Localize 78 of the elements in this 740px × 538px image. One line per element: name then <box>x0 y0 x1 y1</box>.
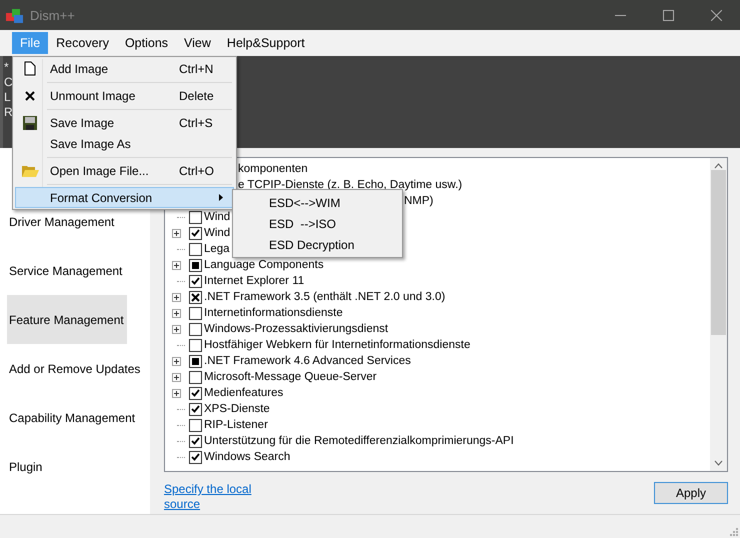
app-icon <box>6 7 24 23</box>
maximize-icon[interactable] <box>662 10 674 20</box>
feature-label: Language Components <box>204 259 324 271</box>
floppy-icon <box>23 116 37 130</box>
menu-item[interactable]: Recovery <box>48 32 117 54</box>
expand-icon[interactable] <box>172 372 181 382</box>
feature-label: Wind <box>204 227 230 239</box>
sidebar-item[interactable]: Feature Management <box>7 295 127 344</box>
expand-icon[interactable] <box>172 324 181 334</box>
expand-icon[interactable] <box>172 308 181 318</box>
feature-label: XPS-Dienste <box>204 403 270 415</box>
menu-entry[interactable]: Add Image Ctrl+N <box>15 58 234 79</box>
checkbox[interactable] <box>189 258 202 272</box>
checkbox[interactable] <box>189 338 202 352</box>
sidebar-item[interactable]: Service Management <box>7 246 126 295</box>
expand-icon[interactable] <box>172 356 181 366</box>
checkbox[interactable] <box>189 306 202 320</box>
scroll-down-icon[interactable] <box>714 460 723 466</box>
feature-label: .NET Framework 3.5 (enthält .NET 2.0 und 3.0) <box>204 291 446 303</box>
resize-grip-icon[interactable] <box>730 528 738 536</box>
expand-icon[interactable] <box>172 260 181 270</box>
menu-entry[interactable]: Unmount Image Delete <box>15 85 234 106</box>
expand-icon[interactable] <box>172 292 181 302</box>
menu-entry[interactable]: Save Image Ctrl+S <box>15 112 234 133</box>
feature-label: Internet Explorer 11 <box>204 275 304 287</box>
menu-item[interactable]: View <box>176 32 219 54</box>
sidebar-item[interactable]: Plugin <box>7 442 124 491</box>
checkbox[interactable] <box>189 418 202 432</box>
specify-source-link[interactable]: Specify the local source <box>164 482 254 512</box>
feature-label: Windows-Prozessaktivierungsdienst <box>204 323 388 335</box>
checkbox[interactable] <box>189 274 202 288</box>
header-text: R <box>4 105 13 120</box>
apply-button[interactable]: Apply <box>654 482 728 504</box>
scrollbar[interactable] <box>710 158 727 471</box>
document-icon <box>24 61 36 76</box>
feature-label: Medienfeatures <box>204 387 284 399</box>
menu-entry[interactable]: ESD<-->WIM <box>235 192 400 213</box>
menu-item[interactable]: Help&Support <box>218 32 313 54</box>
feature-label: Internetinformationsdienste <box>204 307 343 319</box>
feature-label: .NET Framework 4.6 Advanced Services <box>204 355 411 367</box>
feature-label: komponenten <box>238 163 308 175</box>
checkbox[interactable] <box>189 370 202 384</box>
checkbox[interactable] <box>189 354 202 368</box>
menu-item[interactable]: Options <box>116 32 176 54</box>
sidebar-item[interactable]: Capability Management <box>7 393 138 442</box>
menu-entry[interactable]: ESD -->ISO <box>235 213 400 234</box>
header-text: L <box>4 90 11 105</box>
menu-entry[interactable]: Save Image As <box>15 133 234 154</box>
checkbox[interactable] <box>189 402 202 416</box>
menu-entry[interactable]: Open Image File... Ctrl+O <box>15 160 234 181</box>
expand-icon[interactable] <box>172 388 181 398</box>
feature-label: Microsoft-Message Queue-Server <box>204 371 377 383</box>
feature-label: Lega <box>204 243 230 255</box>
feature-label: NMP) <box>404 195 434 207</box>
feature-label: RIP-Listener <box>204 419 268 431</box>
header-text: C <box>4 75 13 90</box>
feature-label: Windows Search <box>204 451 290 463</box>
header-text: * <box>4 60 9 75</box>
checkbox[interactable] <box>189 386 202 400</box>
expand-icon[interactable] <box>172 228 181 238</box>
menu-entry[interactable]: Format Conversion <box>15 187 234 208</box>
close-icon <box>25 90 35 100</box>
feature-label: Hostfähiger Webkern für Internetinformationsdienste <box>204 339 470 351</box>
sidebar-item[interactable]: Add or Remove Updates <box>7 344 144 393</box>
minimize-icon[interactable] <box>614 14 626 16</box>
checkbox[interactable] <box>189 450 202 464</box>
feature-label: Wind <box>204 211 230 223</box>
menu-entry[interactable]: ESD Decryption <box>235 234 400 255</box>
checkbox[interactable] <box>189 226 202 240</box>
checkbox[interactable] <box>189 434 202 448</box>
feature-label: Unterstützung für die Remotedifferenzialkomprimierungs-API <box>204 435 514 447</box>
window-title: Dism++ <box>30 8 76 22</box>
checkbox[interactable] <box>189 210 202 224</box>
scroll-up-icon[interactable] <box>714 163 723 169</box>
checkbox[interactable] <box>189 322 202 336</box>
folder-icon <box>22 164 38 177</box>
close-icon[interactable] <box>710 10 722 20</box>
checkbox[interactable] <box>189 242 202 256</box>
